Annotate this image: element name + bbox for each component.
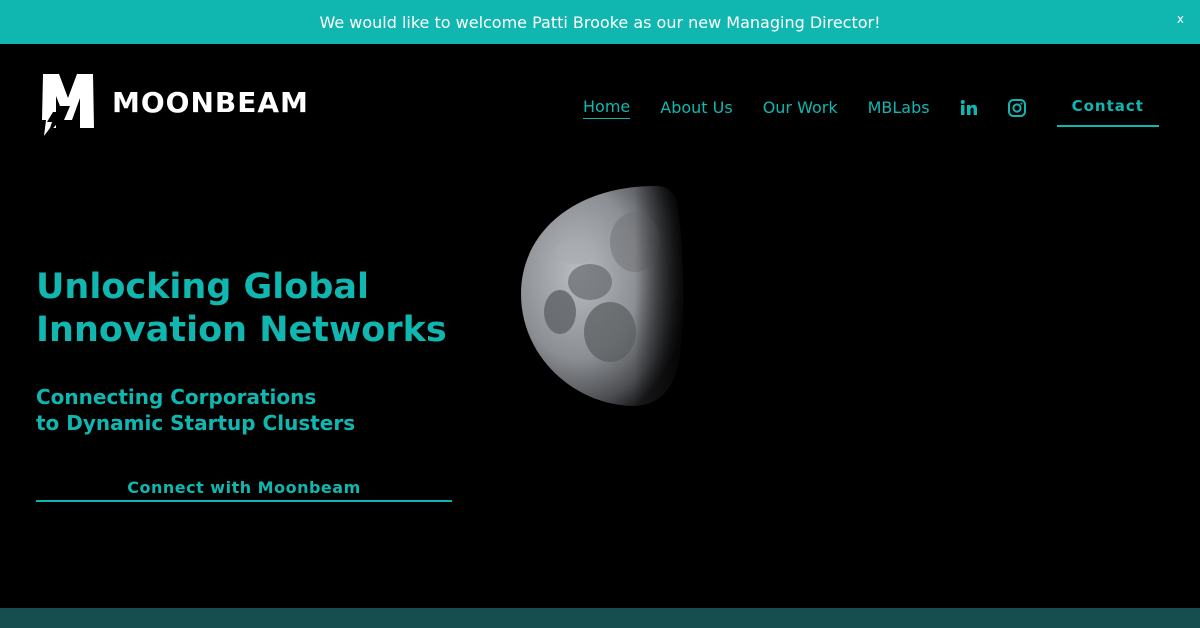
brand-name: MOONBEAM xyxy=(112,85,309,119)
moonbeam-logo-icon xyxy=(42,74,94,136)
hero-title-line2: Innovation Networks xyxy=(36,310,447,350)
hero-subtitle: Connecting Corporations to Dynamic Start… xyxy=(36,384,355,436)
nav-about-us[interactable]: About Us xyxy=(660,98,732,119)
hero-subtitle-line1: Connecting Corporations xyxy=(36,385,317,409)
close-icon[interactable]: x xyxy=(1177,12,1184,26)
announcement-text: We would like to welcome Patti Brooke as… xyxy=(319,12,881,32)
nav-our-work[interactable]: Our Work xyxy=(763,98,838,119)
announcement-bar: We would like to welcome Patti Brooke as… xyxy=(0,0,1200,44)
hero-title: Unlocking Global Innovation Networks xyxy=(36,266,447,352)
instagram-icon[interactable] xyxy=(1007,99,1026,117)
moon-image xyxy=(515,182,695,417)
connect-button[interactable]: Connect with Moonbeam xyxy=(36,478,452,502)
linkedin-icon[interactable] xyxy=(960,100,978,116)
site-header: MOONBEAM Home About Us Our Work MBLabs C… xyxy=(0,44,1200,160)
nav-mblabs[interactable]: MBLabs xyxy=(868,98,930,119)
footer-band xyxy=(0,608,1200,628)
hero-subtitle-line2: to Dynamic Startup Clusters xyxy=(36,411,356,435)
nav-home[interactable]: Home xyxy=(583,97,631,119)
main-nav: Home About Us Our Work MBLabs Contact xyxy=(583,89,1159,127)
logo-link[interactable]: MOONBEAM xyxy=(40,72,309,136)
contact-button[interactable]: Contact xyxy=(1056,95,1159,127)
hero-title-line1: Unlocking Global xyxy=(36,267,369,307)
